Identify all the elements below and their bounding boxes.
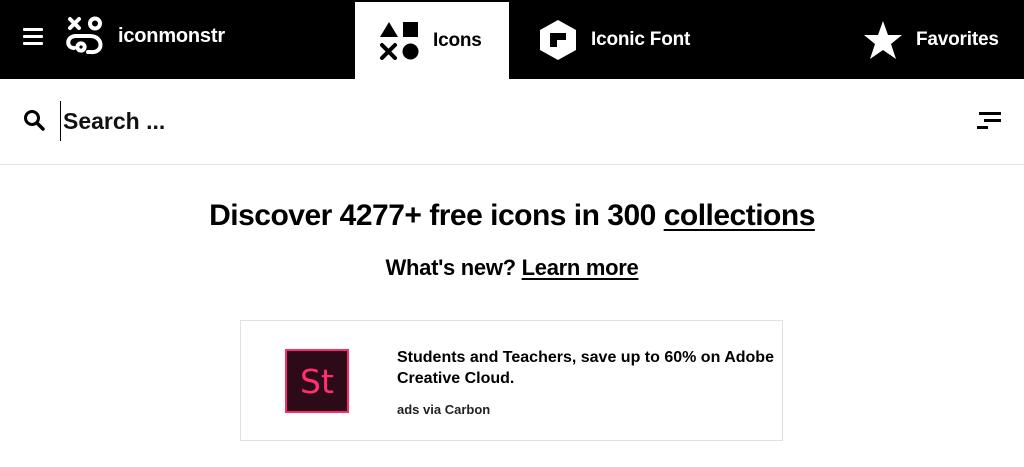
iconmonstr-logo-icon [66, 16, 103, 55]
whats-new-text: What's new? [385, 255, 522, 280]
brand-name: iconmonstr [118, 24, 225, 47]
shapes-icon [380, 21, 419, 60]
tab-icons[interactable]: Icons [355, 2, 509, 79]
font-icon [540, 19, 576, 60]
tab-favorites-label: Favorites [916, 28, 999, 50]
search-input[interactable] [60, 101, 860, 141]
search-bar [0, 79, 1024, 165]
carbon-ad: St Students and Teachers, save up to 60%… [240, 320, 783, 441]
menu-icon[interactable] [23, 28, 43, 46]
tab-favorites[interactable]: Favorites [862, 0, 999, 79]
top-navigation: iconmonstr Icons Iconic Font Favorites [0, 0, 1024, 79]
tab-icons-label: Icons [433, 29, 482, 51]
sort-icon[interactable] [977, 112, 1001, 132]
brand-logo-link[interactable]: iconmonstr [64, 14, 225, 58]
whats-new-line: What's new? Learn more [0, 255, 1024, 281]
headline-text: Discover 4277+ free icons in 300 [209, 199, 664, 232]
tab-iconic-font-label: Iconic Font [591, 28, 691, 50]
search-icon[interactable] [23, 109, 45, 131]
page-headline: Discover 4277+ free icons in 300 collect… [0, 199, 1024, 233]
star-icon [864, 20, 902, 59]
tab-iconic-font[interactable]: Iconic Font [537, 0, 690, 79]
ad-logo-text: St [300, 361, 334, 401]
adobe-stock-logo[interactable]: St [285, 349, 349, 413]
ads-via-carbon-link[interactable]: ads via Carbon [397, 402, 490, 417]
collections-link[interactable]: collections [664, 199, 816, 232]
ad-text-link[interactable]: Students and Teachers, save up to 60% on… [397, 347, 777, 389]
learn-more-link[interactable]: Learn more [522, 255, 639, 280]
